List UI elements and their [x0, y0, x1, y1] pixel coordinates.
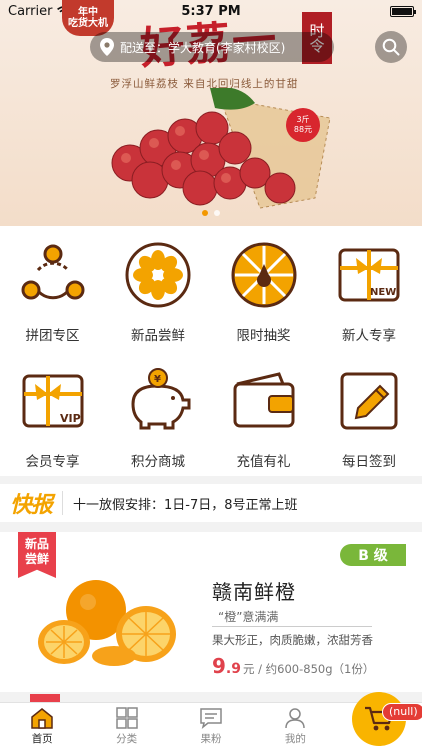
- battery-icon: [390, 5, 416, 17]
- grid-label: 积分商城: [131, 454, 185, 470]
- price-badge: 3斤 88元: [286, 108, 320, 142]
- grid-item-new-user[interactable]: NEW 新人专享: [317, 226, 422, 346]
- grid-label: 新品尝鲜: [131, 328, 185, 344]
- group-buy-icon: [21, 244, 84, 300]
- svg-text:¥: ¥: [154, 374, 161, 385]
- product-slogan: “橙”意满满: [218, 610, 279, 624]
- tab-label: 果粉: [200, 733, 222, 745]
- tab-label: 我的: [284, 733, 306, 745]
- location-selector[interactable]: 配送至：学大教育(李家村校区): [90, 32, 334, 62]
- price-unit: 元 / 约600-850g（1份）: [242, 662, 375, 676]
- product-description: 果大形正，肉质脆嫩，浓甜芳香: [212, 633, 373, 647]
- product-price: 9 .9 元 / 约600-850g（1份）: [212, 654, 374, 678]
- pagination-dot[interactable]: [214, 210, 220, 216]
- status-time: 5:37 PM: [181, 3, 241, 19]
- new-fruit-icon: [125, 242, 191, 308]
- grid-label: 拼团专区: [25, 328, 80, 344]
- grid-item-vip[interactable]: VIP 会员专享: [0, 352, 105, 472]
- new-gift-icon: NEW: [338, 248, 400, 302]
- grid-item-sign-in[interactable]: 每日签到: [317, 352, 422, 472]
- grid-label: 限时抽奖: [236, 328, 291, 344]
- search-icon: [382, 38, 400, 56]
- lychee-image: [111, 88, 331, 209]
- price-badge-price: 88元: [293, 125, 313, 134]
- vip-gift-icon: VIP: [22, 374, 83, 428]
- grid-label: 充值有礼: [236, 454, 291, 470]
- logo-line-1: 年中: [78, 7, 98, 18]
- tab-fans[interactable]: 果粉: [169, 703, 253, 750]
- cart-count-badge: (null): [382, 703, 422, 721]
- chat-icon: [200, 708, 222, 729]
- product-card[interactable]: 新品 尝鲜 B 级 赣南鲜橙 “橙”意满满 果大形正，肉质脆嫩，浓甜芳香 9 .…: [0, 532, 422, 692]
- svg-text:NEW: NEW: [370, 287, 396, 298]
- pagination-dot-active[interactable]: [202, 210, 208, 216]
- grid-item-group-buy[interactable]: 拼团专区: [0, 226, 105, 346]
- location-pin-icon: [100, 38, 114, 56]
- location-text: 配送至：学大教育(李家村校区): [120, 40, 286, 55]
- logo-line-2: 吃货大机: [68, 18, 108, 29]
- tab-home[interactable]: 首页: [0, 703, 84, 750]
- grid-item-lottery[interactable]: 限时抽奖: [211, 226, 316, 346]
- news-divider: [62, 491, 64, 515]
- orange-image: [38, 580, 176, 666]
- product-name: 赣南鲜橙: [212, 580, 296, 604]
- tab-label: 分类: [116, 733, 138, 745]
- category-icon: [115, 707, 138, 729]
- ribbon-line-2: 尝鲜: [24, 552, 49, 566]
- price-badge-weight: 3斤: [296, 115, 310, 125]
- wallet-icon: [233, 372, 294, 428]
- app-logo: 年中 吃货大机: [62, 0, 114, 36]
- grid-item-new-fruit[interactable]: 新品尝鲜: [106, 226, 211, 346]
- grid-item-points-mall[interactable]: ¥ 积分商城: [106, 352, 211, 472]
- piggy-bank-icon: ¥: [131, 368, 191, 430]
- banner-pagination: [0, 210, 422, 216]
- tab-profile[interactable]: 我的: [253, 703, 337, 750]
- search-button[interactable]: [375, 31, 407, 63]
- feature-grid: 拼团专区 新品尝鲜 限时抽奖 NEW 新人专享 VIP 会员专享 ¥ 积分商城 …: [0, 226, 422, 476]
- news-tag: 快报: [10, 493, 53, 518]
- carrier-label: Carrier: [8, 3, 53, 19]
- next-card-ribbon-peek: [30, 694, 60, 702]
- grid-label: 每日签到: [342, 454, 396, 470]
- slogan-divider: [212, 626, 372, 627]
- grid-label: 会员专享: [25, 454, 80, 470]
- news-text[interactable]: 十一放假安排：1日-7日，8号正常上班: [73, 494, 298, 513]
- tab-label: 首页: [31, 733, 53, 745]
- profile-icon: [285, 708, 306, 729]
- tab-category[interactable]: 分类: [84, 703, 168, 750]
- price-decimal: .9: [225, 661, 241, 677]
- price-integer: 9: [212, 654, 226, 678]
- svg-text:VIP: VIP: [60, 412, 81, 425]
- grade-badge: B 级: [340, 544, 406, 566]
- home-icon: [31, 708, 53, 729]
- grid-label: 新人专享: [342, 328, 396, 344]
- news-ticker[interactable]: 快报 十一放假安排：1日-7日，8号正常上班: [0, 484, 422, 522]
- lottery-wheel-icon: [231, 242, 296, 308]
- grid-item-recharge[interactable]: 充值有礼: [211, 352, 316, 472]
- ribbon-line-1: 新品: [24, 537, 49, 551]
- sign-in-icon: [340, 372, 398, 430]
